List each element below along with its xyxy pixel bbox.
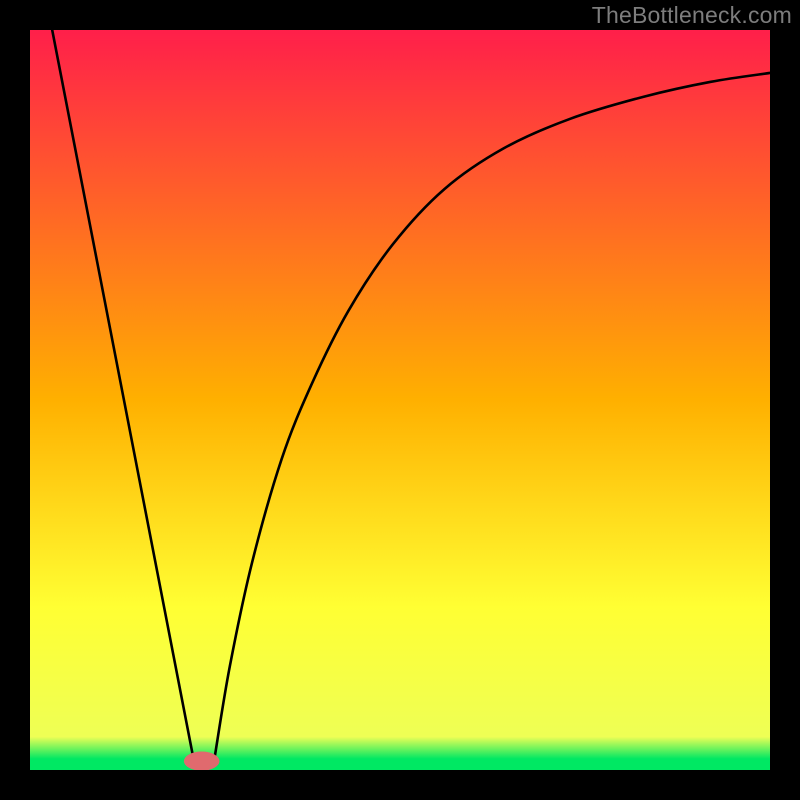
- min-marker: [184, 752, 220, 771]
- chart-background: [30, 30, 770, 770]
- chart-svg: [30, 30, 770, 770]
- watermark-text: TheBottleneck.com: [592, 2, 792, 29]
- chart-container: TheBottleneck.com: [0, 0, 800, 800]
- marker-group: [184, 752, 220, 771]
